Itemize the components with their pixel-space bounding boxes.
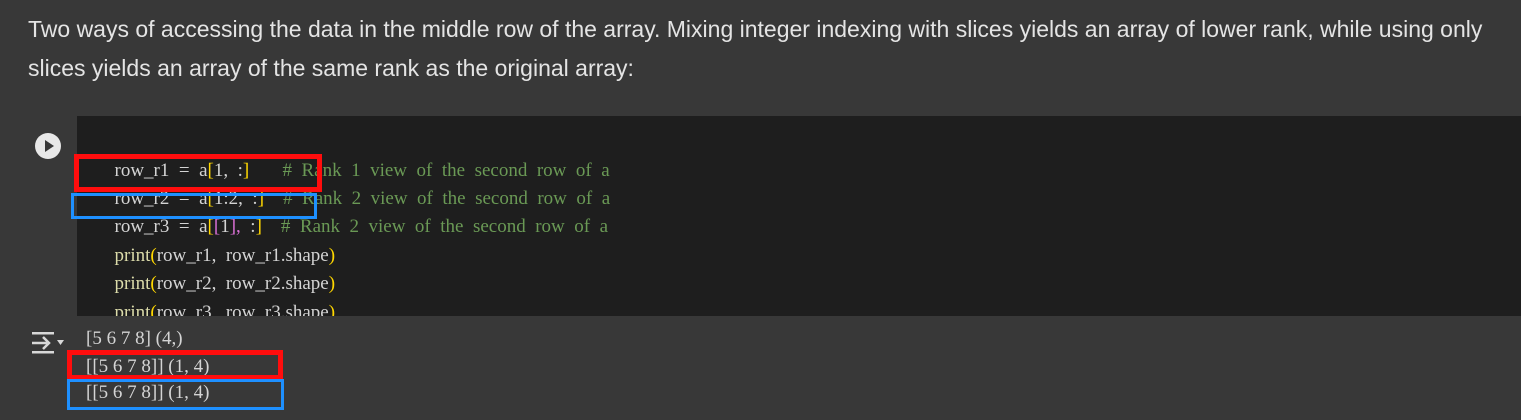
code-line-6: print(row_r3, row_r3.shape) xyxy=(114,302,336,323)
code-line-4: print(row_r1, row_r1.shape) xyxy=(114,245,336,266)
output-line-2: [[5 6 7 8]] (1, 4) xyxy=(86,356,210,377)
markdown-text: Two ways of accessing the data in the mi… xyxy=(28,16,1483,81)
code-line-2: row_r2 = a[1:2, :] # Rank 2 view of the … xyxy=(114,188,611,209)
code-editor[interactable]: row_r1 = a[1, :] # Rank 1 view of the se… xyxy=(77,116,1521,323)
output-line-3: [[5 6 7 8]] (1, 4) xyxy=(86,382,210,403)
output-area: [5 6 7 8] (4,) [[5 6 7 8]] (1, 4) [[5 6 … xyxy=(0,316,1521,420)
play-circle-icon[interactable] xyxy=(35,133,61,159)
code-line-5: print(row_r2, row_r2.shape) xyxy=(114,273,336,294)
markdown-cell: Two ways of accessing the data in the mi… xyxy=(0,0,1521,116)
output-toggle-icon[interactable] xyxy=(30,330,66,356)
output-line-1: [5 6 7 8] (4,) xyxy=(86,328,183,349)
code-line-3: row_r3 = a[[1], :] # Rank 2 view of the … xyxy=(114,216,609,237)
code-line-1: row_r1 = a[1, :] # Rank 1 view of the se… xyxy=(114,160,610,181)
cell-gutter xyxy=(17,116,77,316)
code-cell: row_r1 = a[1, :] # Rank 1 view of the se… xyxy=(17,116,1521,323)
